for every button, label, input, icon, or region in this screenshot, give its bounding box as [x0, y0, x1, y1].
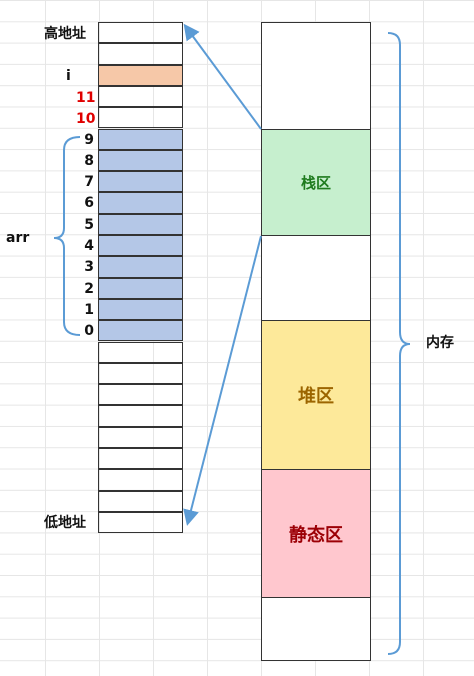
arrow-to-high-address — [183, 23, 262, 130]
arr-brace — [53, 136, 81, 336]
arrow-to-low-address — [183, 235, 262, 526]
memory-brace — [387, 32, 411, 655]
annotations-layer — [53, 23, 411, 655]
